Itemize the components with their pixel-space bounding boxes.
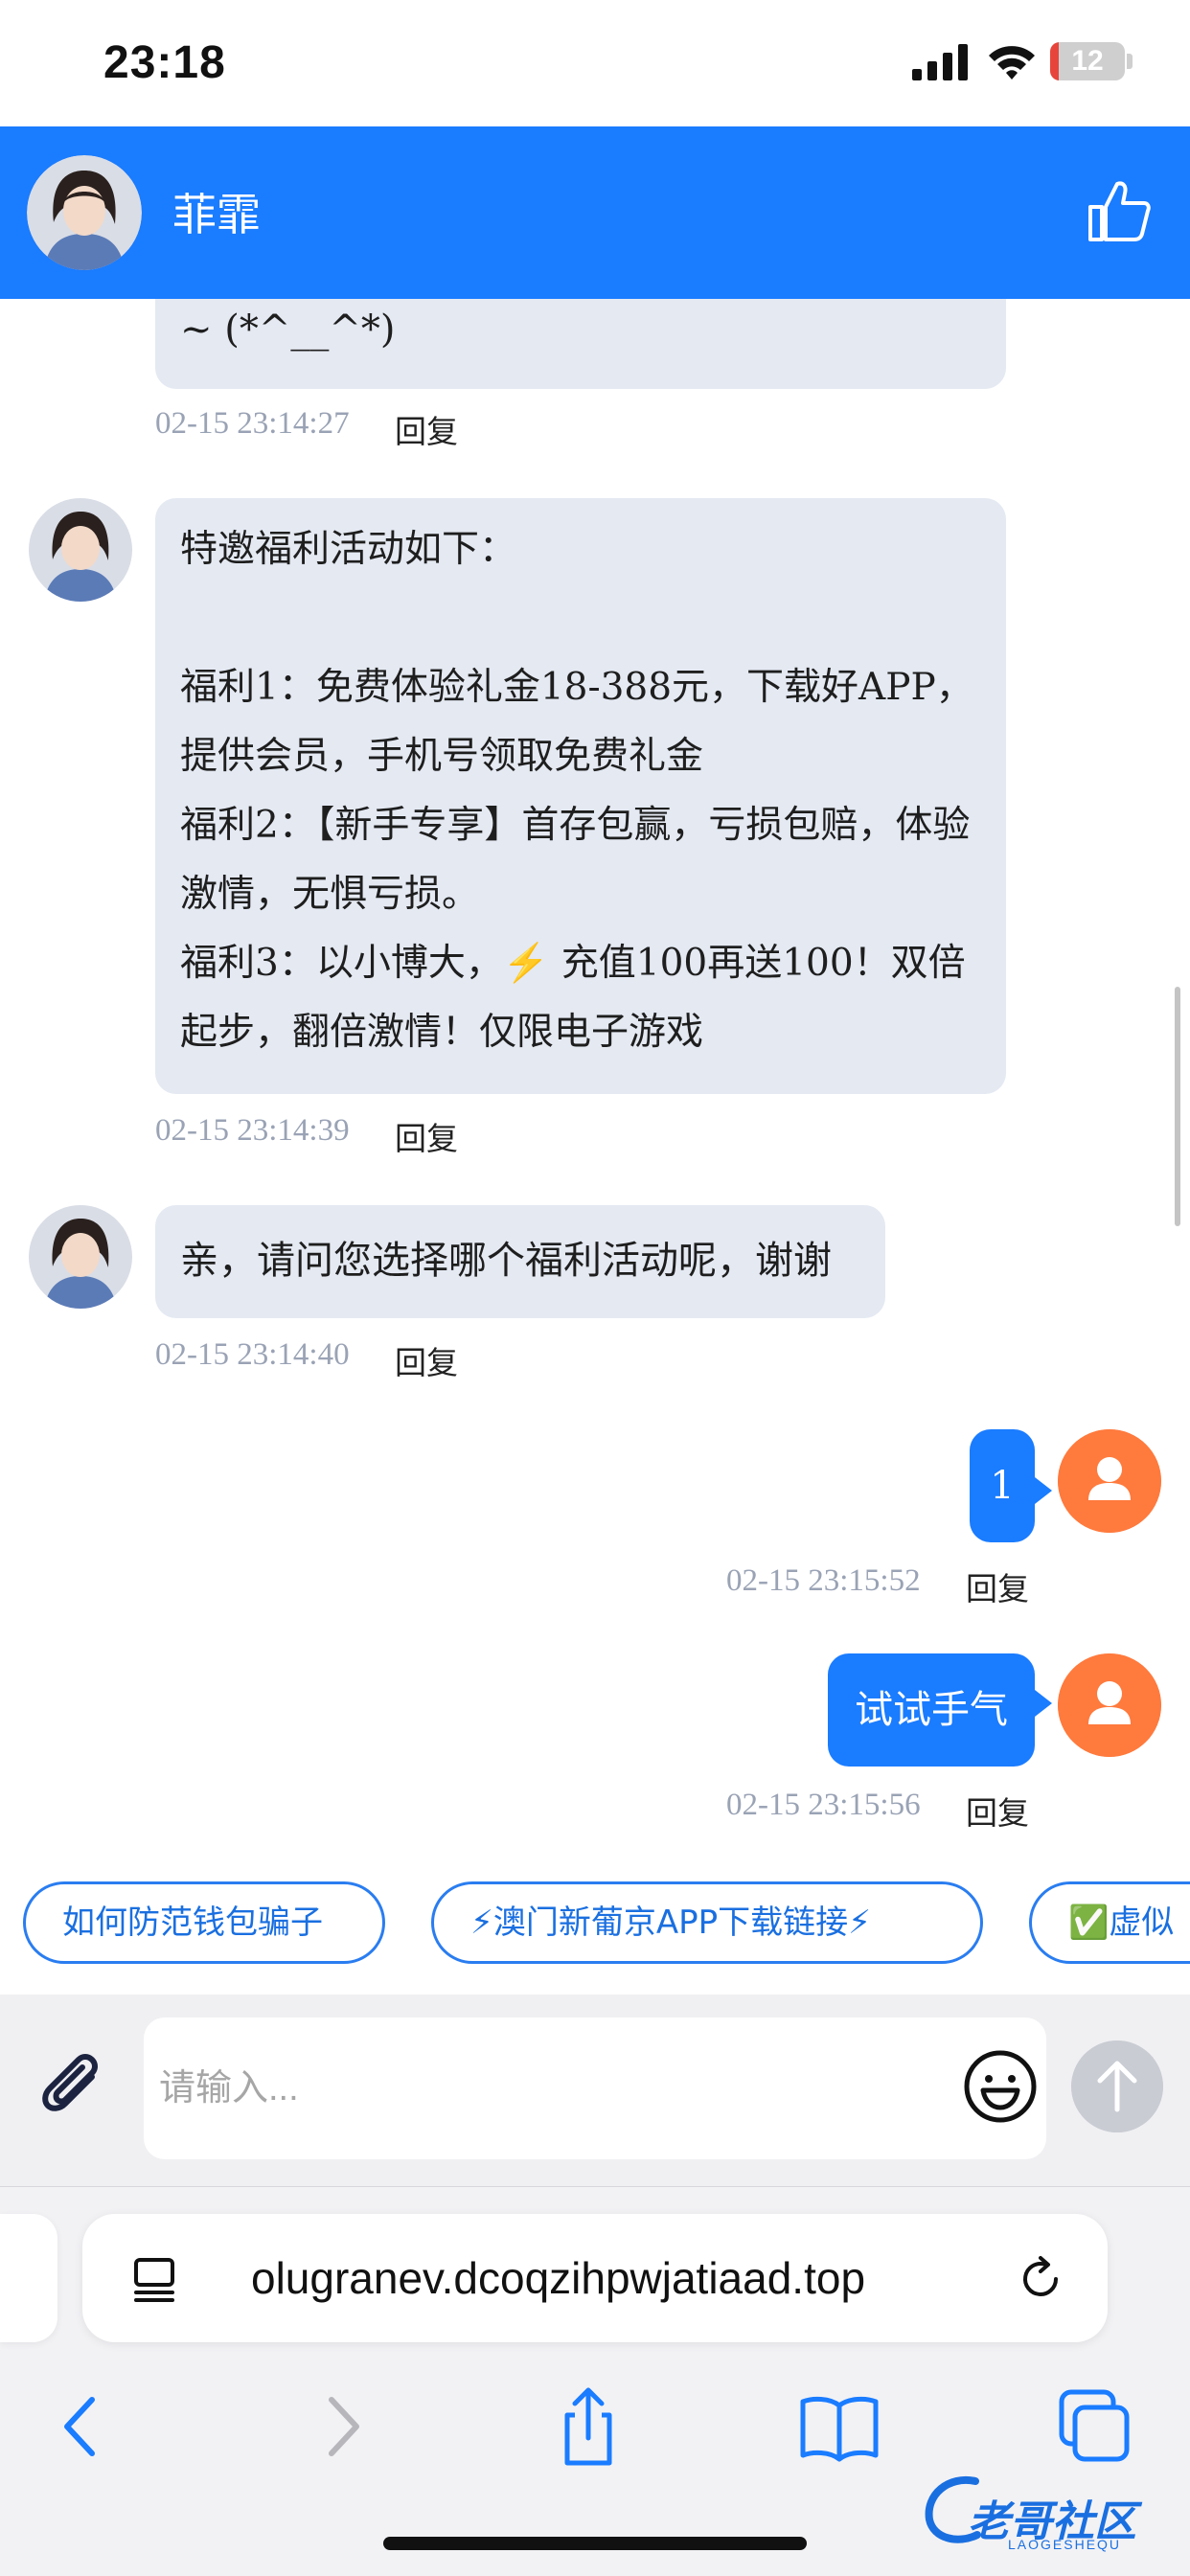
send-button[interactable] — [1071, 2040, 1163, 2132]
url-text[interactable]: olugranev.dcoqzihpwjatiaad.top — [251, 2252, 865, 2304]
watermark-subtext: LAOGESHEQU — [1008, 2537, 1122, 2552]
user-avatar — [1058, 1653, 1161, 1757]
message-timestamp: 02-15 23:14:27 — [155, 406, 350, 441]
battery-percentage: 12 — [1071, 45, 1104, 77]
battery-indicator: 12 — [1050, 42, 1125, 80]
message-bubble: ~ (*^__^*) — [155, 299, 1006, 389]
home-indicator[interactable] — [383, 2537, 807, 2550]
scrollbar[interactable] — [1175, 987, 1180, 1226]
message-input[interactable] — [144, 2017, 1046, 2159]
message-bubble: 亲，请问您选择哪个福利活动呢，谢谢 — [155, 1205, 885, 1318]
battery-tip — [1127, 54, 1133, 69]
chat-header: 菲霏 — [0, 126, 1190, 299]
reply-button[interactable]: 回复 — [395, 406, 458, 452]
message-timestamp: 02-15 23:14:39 — [155, 1113, 350, 1148]
page-menu-icon[interactable] — [130, 2254, 180, 2304]
thumbs-up-icon[interactable] — [1085, 176, 1154, 245]
message-timestamp: 02-15 23:15:52 — [726, 1563, 921, 1598]
previous-tab-preview[interactable] — [0, 2214, 57, 2342]
reply-button[interactable]: 回复 — [966, 1788, 1029, 1834]
quick-reply-chip[interactable]: ⚡澳门新葡京APP下载链接⚡ — [431, 1881, 983, 1964]
address-bar[interactable]: olugranev.dcoqzihpwjatiaad.top — [82, 2214, 1108, 2342]
share-icon[interactable] — [540, 2379, 636, 2474]
signal-icon — [912, 44, 968, 80]
emoji-icon[interactable] — [962, 2048, 1039, 2125]
message-bubble: 特邀福利活动如下： 福利1：免费体验礼金18-388元，下载好APP，提供会员，… — [155, 498, 1006, 1094]
chat-message-list[interactable]: ~ (*^__^*) 02-15 23:14:27 回复 特邀福利活动如下： 福… — [0, 299, 1190, 1851]
wifi-icon — [989, 46, 1035, 80]
back-icon[interactable] — [34, 2379, 130, 2474]
message-composer — [0, 1995, 1190, 2186]
reply-button[interactable]: 回复 — [395, 1337, 458, 1383]
bubble-tail — [1035, 1690, 1052, 1717]
quick-reply-bar[interactable]: 如何防范钱包骗子 ⚡澳门新葡京APP下载链接⚡ ✅虚似 — [0, 1851, 1190, 1995]
tabs-icon[interactable] — [1046, 2379, 1142, 2474]
agent-avatar — [29, 1205, 132, 1309]
quick-reply-chip[interactable]: 如何防范钱包骗子 — [23, 1881, 385, 1964]
message-timestamp: 02-15 23:14:40 — [155, 1337, 350, 1372]
bookmarks-icon[interactable] — [791, 2379, 887, 2474]
reply-button[interactable]: 回复 — [395, 1113, 458, 1159]
status-bar: 23:18 12 — [0, 0, 1190, 126]
message-bubble-outgoing: 试试手气 — [828, 1653, 1035, 1767]
contact-avatar[interactable] — [27, 155, 142, 270]
bubble-tail — [1035, 1477, 1052, 1504]
contact-name: 菲霏 — [172, 189, 261, 240]
reload-icon[interactable] — [1016, 2254, 1065, 2304]
message-bubble-outgoing: 1 — [970, 1429, 1035, 1542]
user-avatar — [1058, 1429, 1161, 1533]
quick-reply-chip[interactable]: ✅虚似 — [1029, 1881, 1190, 1964]
message-timestamp: 02-15 23:15:56 — [726, 1788, 921, 1822]
paperclip-icon[interactable] — [34, 2050, 111, 2127]
status-time: 23:18 — [103, 37, 226, 88]
reply-button[interactable]: 回复 — [966, 1563, 1029, 1609]
forward-icon[interactable] — [293, 2379, 389, 2474]
agent-avatar — [29, 498, 132, 602]
